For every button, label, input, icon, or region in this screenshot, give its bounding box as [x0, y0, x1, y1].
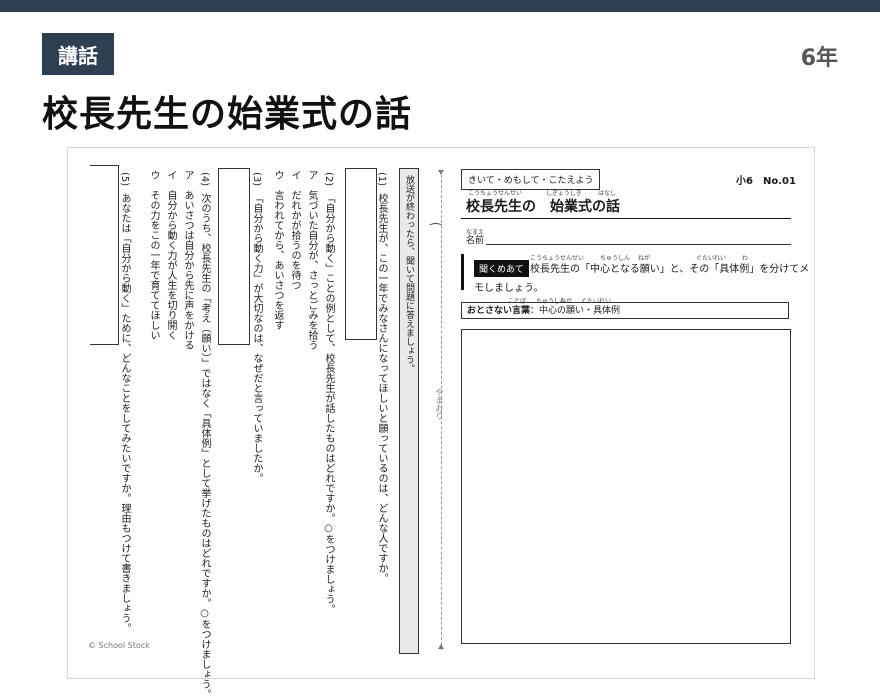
q1-answer-box[interactable] [345, 168, 377, 340]
q1-text: 校長先生が、この一年でみなさんになってほしいと願っているのは、どんな人ですか。 [376, 193, 387, 583]
key-words-label: おとさない言葉 [467, 306, 531, 316]
q2-option-u[interactable]: ウ 言われてから、あいさつを返す [271, 170, 283, 330]
question-bar [461, 254, 464, 290]
question-text-1: 校長先生の「中心となる願い」と、その「具体例」を分けてメ [530, 264, 810, 275]
key-words-box: おとさない言葉：中心の願い・具体例 [461, 302, 789, 319]
copyright: © School Stock [88, 641, 150, 650]
q4-number: (4) [199, 172, 210, 187]
question-tag: 聞くめあて [474, 260, 529, 277]
fold-arrow-bottom-icon [438, 644, 444, 649]
q2-option-i[interactable]: イ だれかが拾うのを待つ [288, 170, 300, 290]
worksheet-preview: (1) 校長先生が、この一年でみなさんになってほしいと願っているのは、どんな人で… [67, 147, 815, 699]
sheet-number: 小6 No.01 [736, 176, 796, 187]
instruction-text: 放送が終わったら、聞いて問題に答えましょう。 [404, 175, 414, 373]
q5-answer-box[interactable] [90, 165, 119, 345]
q2-text: 「自分から動く」ことの例として、校長先生が話したものはどれですか。○をつけましょ… [323, 193, 334, 614]
key-words-text: ：中心の願い・具体例 [530, 306, 621, 316]
instruction-strip: 放送が終わったら、聞いて問題に答えましょう。 [399, 168, 419, 654]
name-label: 名前 [466, 236, 485, 246]
page-title: 校長先生の始業式の話 [42, 94, 413, 135]
fold-mark-icon: ⁀ [430, 224, 442, 240]
memo-area[interactable] [461, 329, 791, 644]
q2-option-a[interactable]: ア 気づいた自分が、さっとごみを拾う [305, 170, 317, 350]
category-badge: 講話 [42, 33, 114, 75]
top-bar [0, 0, 880, 12]
worksheet-header-label: きいて・めもして・こたえよう [461, 169, 601, 190]
grade-label: 6年 [800, 46, 838, 71]
q3-text: 「自分から動く力」が大切なのは、なぜだと言っていましたか。 [251, 193, 262, 483]
q4-option-u[interactable]: ウ その力をこの一年で育ててほしい [147, 170, 159, 340]
name-field[interactable] [486, 244, 791, 245]
q5-text: あなたは「自分から動く」ために、どんなことをしてみたいですか。理由もつけて書きま… [119, 193, 130, 633]
title-rule [461, 218, 791, 219]
sheet-title: 校長先生の 始業式の話 [466, 199, 620, 215]
question-text-2: モしましょう。 [474, 283, 544, 294]
q4-option-a[interactable]: ア あいさつは自分から先に声をかける [181, 170, 193, 350]
q3-number: (3) [251, 172, 262, 187]
q4-option-i[interactable]: イ 自分から動く力が人生を切り開く [164, 170, 176, 340]
q5-number: (5) [119, 172, 130, 187]
q4-text: 次のうち、校長先生の「考え（願い）」ではなく「具体例」として挙げたものはどれです… [199, 193, 210, 699]
q2-number: (2) [323, 172, 334, 187]
fold-label: やまおり [435, 388, 444, 420]
q3-answer-box[interactable] [218, 168, 250, 345]
